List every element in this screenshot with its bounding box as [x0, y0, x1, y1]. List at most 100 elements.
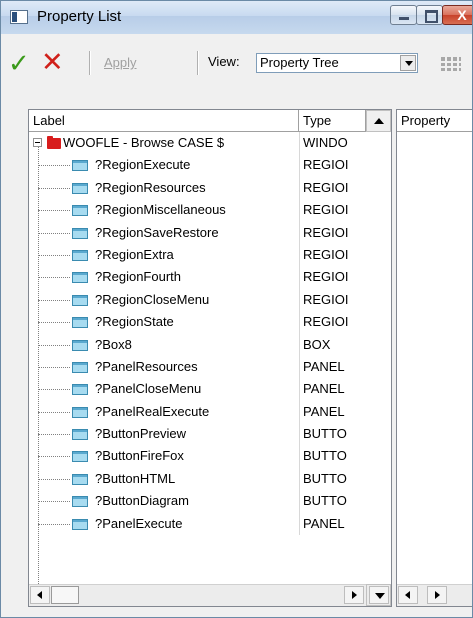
tree-row[interactable]: ?RegionState REGIOI — [29, 311, 391, 334]
tree-connector-line — [38, 456, 70, 458]
tree-item-label: ?RegionResources — [95, 179, 206, 195]
cancel-x-icon[interactable]: ✕ — [41, 48, 64, 76]
left-margin — [1, 90, 28, 617]
tree-item-type: REGIOI — [299, 243, 365, 267]
tree-cell-label: ?PanelCloseMenu — [29, 378, 299, 400]
tree-item-type: PANEL — [299, 512, 365, 536]
tree-connector-line — [38, 411, 70, 413]
horizontal-scrollbar[interactable] — [29, 584, 366, 606]
tree-row[interactable]: ?ButtonHTML BUTTO — [29, 467, 391, 491]
tree-connector-line — [38, 366, 70, 368]
tree-cell-label: ?ButtonHTML — [29, 468, 299, 490]
tree-item-type: BOX — [299, 333, 365, 356]
control-node-icon — [72, 160, 88, 172]
tree-cell-label: ?RegionSaveRestore — [29, 222, 299, 244]
scroll-thumb[interactable] — [51, 586, 79, 604]
tree-connector-line — [38, 389, 70, 391]
tree-row[interactable]: ?ButtonFireFox BUTTO — [29, 445, 391, 468]
tree-item-label: ?ButtonDiagram — [95, 493, 189, 509]
window-app-icon[interactable] — [10, 10, 28, 24]
apply-button[interactable]: Apply — [104, 55, 137, 70]
tree-item-type: REGIOI — [299, 288, 365, 312]
tree-item-type: PANEL — [299, 400, 365, 424]
tree-root-row[interactable]: WOOFLE - Browse CASE $ WINDO — [29, 132, 391, 155]
tree-cell-label: ?RegionExecute — [29, 154, 299, 176]
tree-row[interactable]: ?RegionExtra REGIOI — [29, 243, 391, 267]
tree-cell-label: ?ButtonPreview — [29, 423, 299, 445]
view-label: View: — [208, 54, 240, 69]
control-node-icon — [72, 339, 88, 351]
control-node-icon — [72, 406, 88, 418]
tree-cell-label: ?PanelResources — [29, 356, 299, 378]
scroll-down-button[interactable] — [366, 584, 391, 606]
tree-row[interactable]: ?RegionSaveRestore REGIOI — [29, 221, 391, 244]
close-button[interactable]: X — [442, 5, 472, 25]
control-node-icon — [72, 317, 88, 329]
chevron-down-icon[interactable] — [400, 55, 416, 71]
tree-row[interactable]: ?ButtonDiagram BUTTO — [29, 490, 391, 513]
tree-row[interactable]: ?RegionCloseMenu REGIOI — [29, 288, 391, 312]
control-node-icon — [72, 205, 88, 217]
tree-row[interactable]: ?RegionMiscellaneous REGIOI — [29, 199, 391, 222]
minimize-button[interactable] — [390, 5, 417, 25]
tree-item-type: REGIOI — [299, 176, 365, 200]
tree-item-label: ?RegionCloseMenu — [95, 291, 210, 307]
scroll-up-icon[interactable] — [366, 110, 391, 132]
tree-item-type: WINDO — [299, 132, 365, 155]
tree-item-type: REGIOI — [299, 199, 365, 222]
tree-row[interactable]: ?PanelResources PANEL — [29, 355, 391, 379]
tree-cell-label: ?RegionState — [29, 311, 299, 333]
tree-row[interactable]: ?RegionResources REGIOI — [29, 176, 391, 200]
tree-connector-line — [38, 210, 70, 212]
column-header-property[interactable]: Property — [397, 110, 472, 132]
tree-cell-label: ?ButtonDiagram — [29, 490, 299, 512]
scroll-right-icon[interactable] — [427, 586, 447, 604]
scroll-left-icon[interactable] — [30, 586, 50, 604]
column-header-type[interactable]: Type — [299, 110, 366, 132]
tree-item-label: ?PanelCloseMenu — [95, 381, 202, 397]
control-node-icon — [72, 451, 88, 463]
ok-check-icon[interactable]: ✓ — [8, 50, 30, 76]
tree-item-label: ?Box8 — [95, 336, 132, 352]
tree-connector-line — [38, 299, 70, 301]
tree-item-type: BUTTO — [299, 423, 365, 446]
view-select[interactable]: Property Tree — [256, 53, 418, 73]
tree-row[interactable]: ?PanelExecute PANEL — [29, 512, 391, 536]
scroll-down-icon[interactable] — [369, 586, 389, 604]
property-horizontal-scrollbar[interactable] — [397, 584, 472, 606]
tree-row[interactable]: ?Box8 BOX — [29, 333, 391, 356]
tree-cell-label: ?PanelExecute — [29, 513, 299, 535]
tree-item-label: ?ButtonPreview — [95, 426, 187, 442]
tree-item-type: REGIOI — [299, 221, 365, 244]
tree-connector-line — [38, 344, 70, 346]
tree-row[interactable]: ?RegionExecute REGIOI — [29, 154, 391, 177]
tree-item-type: REGIOI — [299, 154, 365, 177]
tree-item-label: ?RegionExtra — [95, 246, 174, 262]
tree-item-type: BUTTO — [299, 445, 365, 468]
window-title: Property List — [37, 8, 122, 25]
collapse-icon[interactable] — [33, 138, 42, 147]
title-bar[interactable]: Property List X — [1, 1, 472, 34]
toolbar-separator — [89, 51, 91, 75]
control-node-icon — [72, 272, 88, 284]
tree-item-type: BUTTO — [299, 490, 365, 513]
column-header-label[interactable]: Label — [29, 110, 299, 132]
tree-row[interactable]: ?RegionFourth REGIOI — [29, 266, 391, 289]
tree-connector-line — [38, 501, 70, 503]
grid-view-icon[interactable] — [441, 57, 461, 71]
tree-connector-line — [38, 478, 70, 480]
tree-row[interactable]: ?ButtonPreview BUTTO — [29, 423, 391, 446]
scroll-right-icon[interactable] — [344, 586, 364, 604]
control-node-icon — [72, 361, 88, 373]
tree-item-label: ?RegionSaveRestore — [95, 224, 219, 240]
tree-row[interactable]: ?PanelCloseMenu PANEL — [29, 378, 391, 401]
tree-row[interactable]: ?PanelRealExecute PANEL — [29, 400, 391, 424]
tree-item-label: ?ButtonFireFox — [95, 448, 184, 464]
control-node-icon — [72, 227, 88, 239]
toolbar: ✓ ✕ Apply View: Property Tree — [1, 34, 472, 90]
control-node-icon — [72, 182, 88, 194]
maximize-button[interactable] — [416, 5, 443, 25]
tree-connector-line — [38, 523, 70, 525]
scroll-left-icon[interactable] — [398, 586, 418, 604]
tree-panel: Label Type WOOFLE - Browse CASE $ WINDO ?R… — [28, 109, 392, 607]
